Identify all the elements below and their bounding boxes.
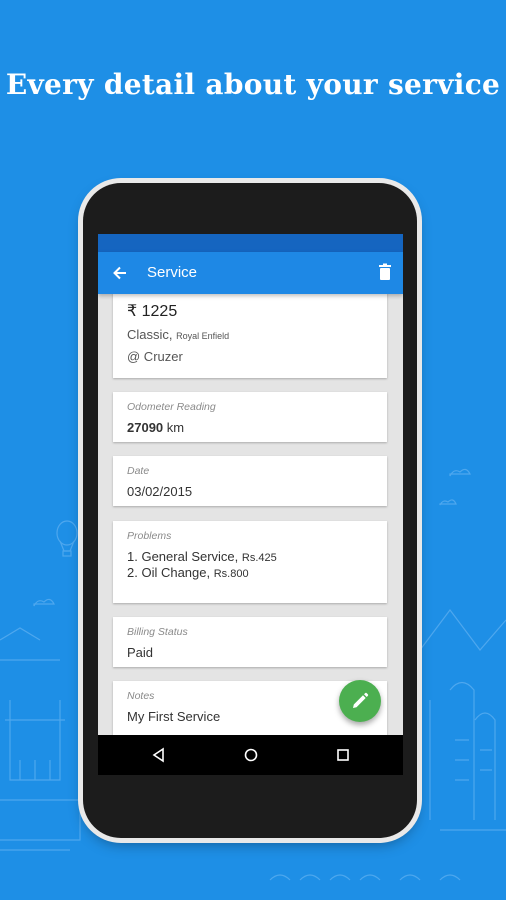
date-card: Date 03/02/2015 xyxy=(113,456,387,506)
odometer-label: Odometer Reading xyxy=(127,401,216,413)
problem-item: 1. General Service, Rs.425 xyxy=(127,549,277,564)
nav-back-icon[interactable] xyxy=(150,746,168,764)
trash-icon[interactable] xyxy=(377,263,393,281)
service-amount: ₹ 1225 xyxy=(127,303,178,320)
service-location: @ Cruzer xyxy=(127,349,183,364)
back-arrow-icon[interactable] xyxy=(110,263,130,283)
problem-text: 1. General Service, xyxy=(127,549,239,564)
phone-screen: Service ₹ 1225 Classic, Royal Enfield @ … xyxy=(98,234,403,775)
odometer-value: 27090 xyxy=(127,420,164,435)
problem-price: Rs.425 xyxy=(241,552,277,564)
problem-price: Rs.800 xyxy=(213,568,249,580)
app-bar: Service xyxy=(98,252,403,294)
nav-home-icon[interactable] xyxy=(242,746,260,764)
odometer-card: Odometer Reading 27090 km xyxy=(113,392,387,442)
problems-label: Problems xyxy=(127,530,172,542)
date-label: Date xyxy=(127,465,150,477)
edit-fab-button[interactable] xyxy=(339,680,381,722)
vehicle-model: Classic, xyxy=(127,327,173,342)
service-details: ₹ 1225 Classic, Royal Enfield @ Cruzer O… xyxy=(98,294,403,735)
billing-label: Billing Status xyxy=(127,626,188,638)
notes-label: Notes xyxy=(127,690,155,702)
notes-value: My First Service xyxy=(127,709,221,724)
odometer-value-line: 27090 km xyxy=(127,420,184,435)
date-value: 03/02/2015 xyxy=(127,484,193,499)
billing-value: Paid xyxy=(127,645,154,660)
system-nav-bar xyxy=(98,735,403,775)
nav-recents-icon[interactable] xyxy=(334,746,352,764)
vehicle-model-line: Classic, Royal Enfield xyxy=(127,327,229,342)
pencil-icon xyxy=(353,692,369,708)
problem-text: 2. Oil Change, xyxy=(127,565,211,580)
vehicle-make: Royal Enfield xyxy=(176,331,230,341)
problem-item: 2. Oil Change, Rs.800 xyxy=(127,565,249,580)
problems-card: Problems 1. General Service, Rs.425 2. O… xyxy=(113,521,387,603)
app-bar-title: Service xyxy=(147,264,198,281)
odometer-unit: km xyxy=(166,420,185,435)
billing-card: Billing Status Paid xyxy=(113,617,387,667)
summary-card: ₹ 1225 Classic, Royal Enfield @ Cruzer xyxy=(113,294,387,378)
headline: Every detail about your service xyxy=(5,68,501,101)
phone-frame: Service ₹ 1225 Classic, Royal Enfield @ … xyxy=(83,183,417,838)
status-bar xyxy=(98,234,403,252)
